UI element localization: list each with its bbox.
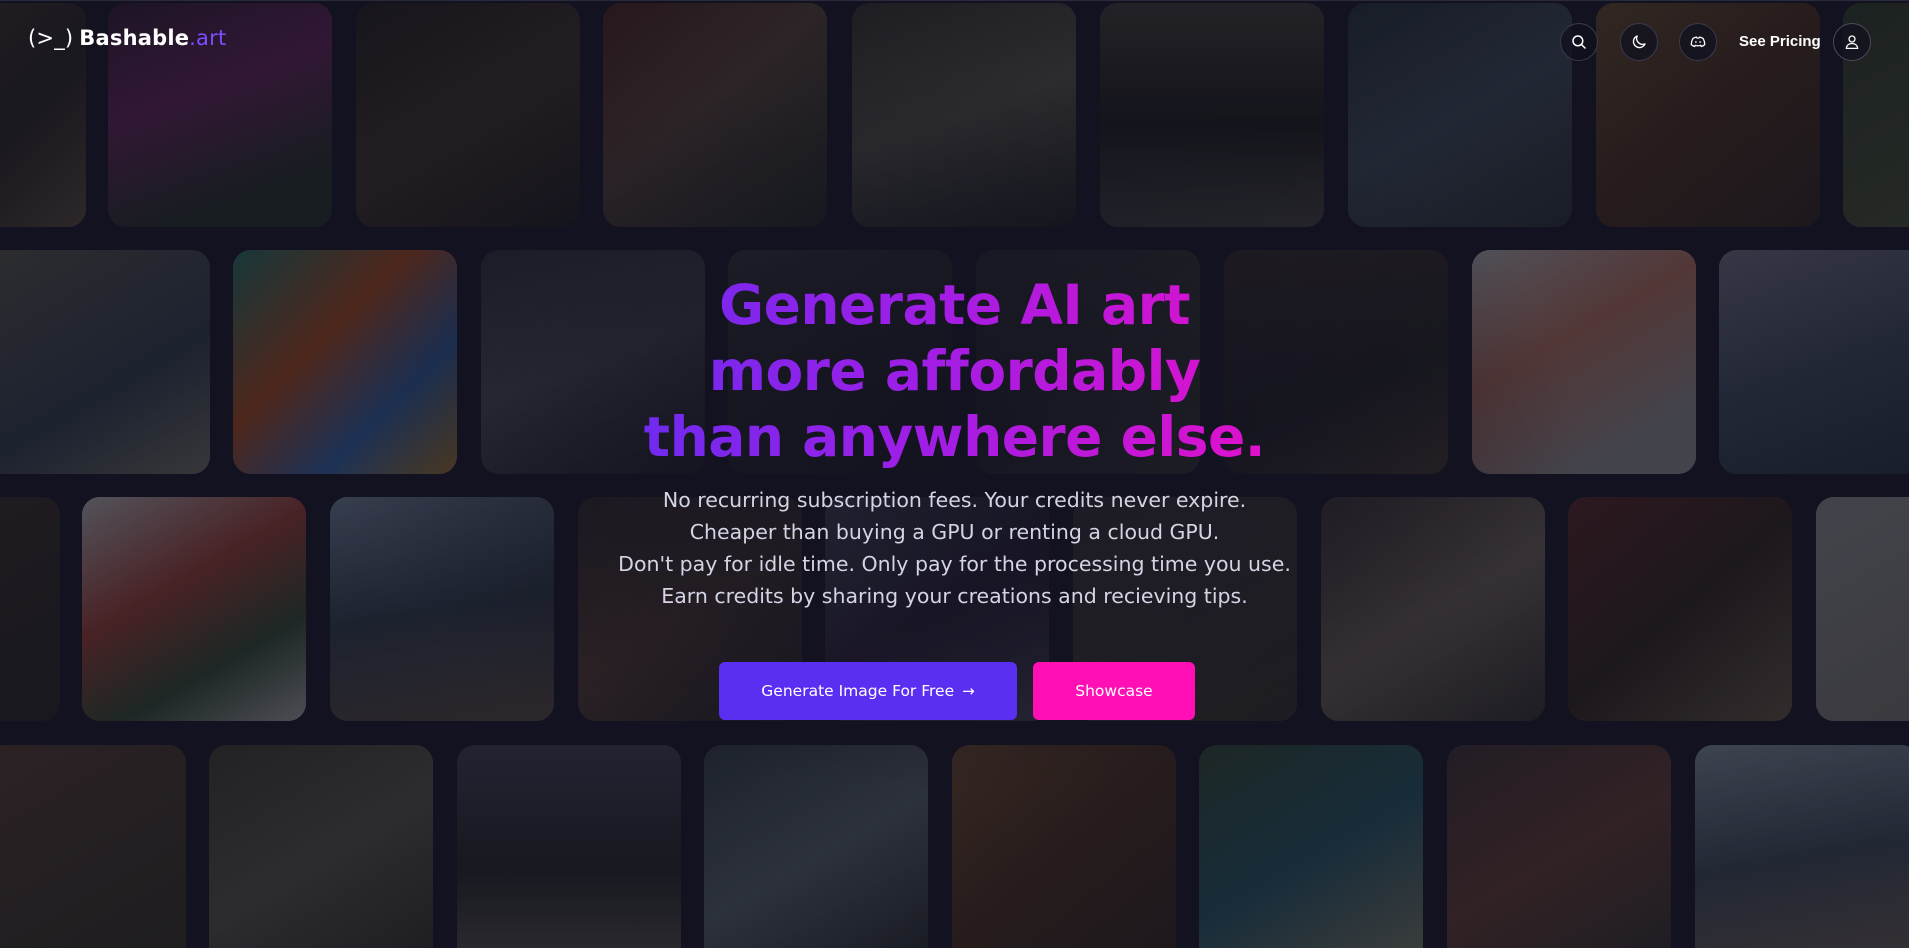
subtext-line: Cheaper than buying a GPU or renting a c…	[689, 520, 1220, 544]
logo-prompt: (>_)	[28, 26, 74, 50]
logo[interactable]: (>_) Bashable.art	[28, 26, 226, 50]
gallery-image[interactable]	[704, 745, 928, 948]
hero-subtext: No recurring subscription fees. Your cre…	[0, 484, 1909, 612]
generate-image-button[interactable]: Generate Image For Free →	[719, 662, 1017, 720]
moon-icon	[1632, 35, 1646, 49]
discord-icon	[1690, 36, 1706, 48]
arrow-right-icon: →	[962, 682, 975, 700]
logo-tld: .art	[189, 26, 227, 50]
gallery-image[interactable]	[1695, 745, 1909, 948]
gallery-image[interactable]	[1447, 745, 1671, 948]
search-icon	[1572, 35, 1586, 49]
headline-line: Generate AI art	[718, 273, 1191, 337]
gallery-image[interactable]	[1199, 745, 1423, 948]
page: (>_) Bashable.art See Pricing Generate A…	[0, 0, 1909, 948]
gallery-row-4	[0, 745, 1909, 948]
showcase-label: Showcase	[1075, 682, 1153, 700]
see-pricing-link[interactable]: See Pricing	[1739, 33, 1821, 50]
cta-row: Generate Image For Free → Showcase	[0, 662, 1909, 720]
gallery-image[interactable]	[952, 745, 1176, 948]
showcase-button[interactable]: Showcase	[1033, 662, 1195, 720]
logo-name: Bashable	[79, 26, 190, 50]
account-button[interactable]	[1833, 23, 1871, 61]
generate-image-label: Generate Image For Free	[761, 682, 955, 700]
subtext-line: Don't pay for idle time. Only pay for th…	[618, 552, 1291, 576]
search-button[interactable]	[1560, 23, 1598, 61]
header: (>_) Bashable.art See Pricing	[0, 0, 1909, 84]
hero-headline: Generate AI art more affordably than any…	[605, 272, 1305, 470]
gallery-image[interactable]	[209, 745, 433, 948]
user-icon	[1845, 35, 1859, 50]
gallery-image[interactable]	[0, 745, 186, 948]
discord-button[interactable]	[1679, 23, 1717, 61]
headline-line: than anywhere else.	[643, 405, 1266, 469]
theme-toggle-button[interactable]	[1620, 23, 1658, 61]
headline-line: more affordably	[708, 339, 1201, 403]
hero-section: Generate AI art more affordably than any…	[0, 272, 1909, 612]
gallery-image[interactable]	[457, 745, 681, 948]
subtext-line: No recurring subscription fees. Your cre…	[662, 488, 1247, 512]
subtext-line: Earn credits by sharing your creations a…	[661, 584, 1248, 608]
